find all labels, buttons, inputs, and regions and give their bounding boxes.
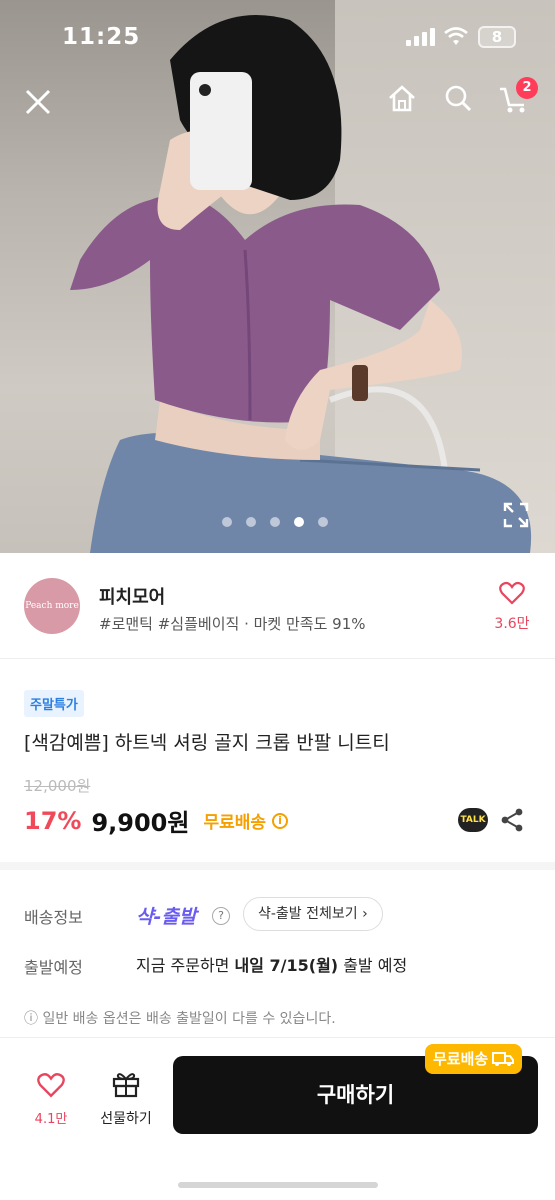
- shop-like-count: 3.6만: [494, 616, 530, 632]
- bottom-action-bar: 4.1만 선물하기 구매하기 무료배송: [0, 1040, 555, 1200]
- shop-logo[interactable]: Peach more: [24, 578, 80, 634]
- wishlist-button[interactable]: 4.1만: [28, 1072, 74, 1127]
- carousel-indicator[interactable]: [222, 517, 328, 527]
- share-icon[interactable]: [500, 808, 524, 832]
- truck-icon: [492, 1052, 515, 1066]
- shop-info[interactable]: Peach more 피치모어 #로맨틱 #심플베이직 · 마켓 만족도 91%…: [0, 553, 555, 659]
- schedule-post: 출발 예정: [338, 956, 408, 975]
- chevron-right-icon: ›: [362, 906, 368, 922]
- info-icon[interactable]: i: [272, 812, 289, 829]
- see-all-label: 샥-출발 전체보기: [258, 906, 358, 922]
- product-title: [색감예쁨] 하트넥 셔링 골지 크롭 반팔 니트티: [24, 732, 390, 754]
- status-time: 11:25: [62, 24, 141, 50]
- shark-see-all-button[interactable]: 샥-출발 전체보기 ›: [243, 897, 383, 931]
- original-price: 12,000원: [24, 777, 91, 795]
- shark-delivery-label: 샥-출발: [136, 906, 197, 928]
- close-icon[interactable]: [18, 82, 58, 122]
- heart-icon: [499, 581, 525, 605]
- status-bar: 11:25 8: [0, 0, 555, 70]
- kakao-talk-icon[interactable]: TALK: [458, 808, 488, 832]
- delivery-info: 배송정보 샥-출발 ? 샥-출발 전체보기 › 출발예정 지금 주문하면 내일 …: [0, 878, 555, 1038]
- buy-badge-label: 무료배송: [433, 1050, 489, 1068]
- schedule-date: 내일 7/15(월): [234, 956, 339, 975]
- carousel-dot-active[interactable]: [294, 517, 304, 527]
- delivery-note: ⓘ 일반 배송 옵션은 배송 출발일이 다를 수 있습니다.: [24, 1011, 336, 1027]
- discount-rate: 17%: [24, 806, 82, 835]
- gift-icon: [112, 1073, 140, 1098]
- carousel-dot[interactable]: [270, 517, 280, 527]
- schedule-pre: 지금 주문하면: [136, 956, 235, 975]
- search-icon[interactable]: [438, 78, 478, 118]
- sale-price: 9,900원: [91, 809, 190, 837]
- expand-icon[interactable]: [503, 502, 529, 528]
- weekend-sale-badge: 주말특가: [24, 690, 84, 717]
- schedule-label: 출발예정: [24, 958, 83, 977]
- battery-icon: 8: [478, 26, 516, 48]
- free-shipping-label: 무료배송: [203, 813, 267, 833]
- gift-button[interactable]: 선물하기: [93, 1070, 159, 1128]
- carousel-dot[interactable]: [246, 517, 256, 527]
- wishlist-count: 4.1만: [34, 1112, 68, 1127]
- buy-free-shipping-badge: 무료배송: [425, 1044, 523, 1074]
- shop-like-button[interactable]: 3.6만: [490, 581, 534, 633]
- signal-icon: [406, 28, 436, 46]
- schedule-text: 지금 주문하면 내일 7/15(월) 출발 예정: [136, 952, 407, 976]
- product-info: 주말특가 [색감예쁨] 하트넥 셔링 골지 크롭 반팔 니트티 12,000원 …: [0, 660, 555, 870]
- delivery-info-label: 배송정보: [24, 908, 83, 927]
- wifi-icon: [444, 27, 468, 45]
- home-icon[interactable]: [382, 78, 422, 118]
- cart-count-badge: 2: [516, 77, 538, 99]
- carousel-dot[interactable]: [222, 517, 232, 527]
- carousel-dot[interactable]: [318, 517, 328, 527]
- price-row: 17% 9,900원 무료배송 i: [24, 803, 289, 838]
- gift-label: 선물하기: [100, 1111, 152, 1127]
- home-indicator: [178, 1182, 378, 1188]
- shop-tags: #로맨틱 #심플베이직 · 마켓 만족도 91%: [99, 615, 366, 633]
- help-icon[interactable]: ?: [212, 907, 230, 925]
- heart-icon: [37, 1073, 65, 1098]
- shop-name[interactable]: 피치모어: [99, 583, 165, 609]
